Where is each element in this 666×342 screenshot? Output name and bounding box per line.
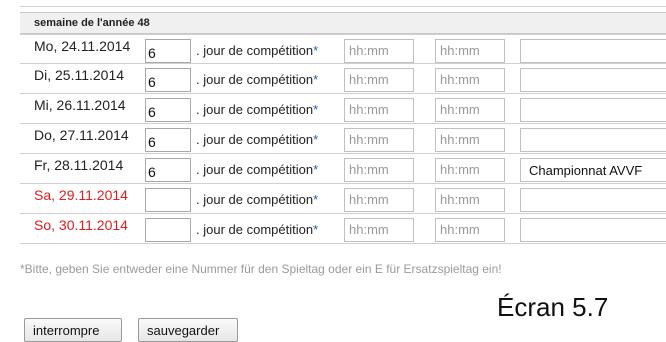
day-date: Do, 27.11.2014 [34,127,129,143]
start-time-input[interactable]: hh:mm [344,39,414,63]
matchday-number-input[interactable]: 6 [145,39,191,63]
start-time-input[interactable]: hh:mm [344,188,414,212]
matchday-number-input[interactable]: 6 [145,128,191,152]
day-date: Mi, 26.11.2014 [34,97,126,113]
matchday-number-input[interactable]: 6 [145,68,191,92]
top-separator [20,0,666,7]
required-asterisk: * [313,43,319,58]
day-row: Di, 25.11.2014 6 . jour de compétition* … [20,64,666,94]
matchday-label: . jour de compétition* [196,162,319,177]
start-time-input[interactable]: hh:mm [344,158,414,182]
day-date: So, 30.11.2014 [34,217,128,233]
day-row: Mo, 24.11.2014 6 . jour de compétition* … [20,34,666,64]
matchday-hint: *Bitte, geben Sie entweder eine Nummer f… [20,262,502,276]
remark-input[interactable] [520,128,666,152]
matchday-number-input[interactable]: 6 [145,158,191,182]
day-date: Di, 25.11.2014 [34,67,125,83]
day-date: Fr, 28.11.2014 [34,157,124,173]
remark-input[interactable] [520,68,666,92]
screen-caption: Écran 5.7 [497,292,609,322]
days-table: Mo, 24.11.2014 6 . jour de compétition* … [20,34,666,244]
remark-input[interactable] [520,98,666,122]
matchday-label: . jour de compétition* [196,192,319,207]
day-row: So, 30.11.2014 . jour de compétition* hh… [20,214,666,244]
start-time-input[interactable]: hh:mm [344,128,414,152]
day-row: Do, 27.11.2014 6 . jour de compétition* … [20,124,666,154]
day-row: Mi, 26.11.2014 6 . jour de compétition* … [20,94,666,124]
remark-input[interactable]: Championnat AVVF [520,158,666,182]
remark-input[interactable] [520,188,666,212]
day-row: Sa, 29.11.2014 . jour de compétition* hh… [20,184,666,214]
day-row: Fr, 28.11.2014 6 . jour de compétition* … [20,154,666,184]
end-time-input[interactable]: hh:mm [435,158,505,182]
remark-input[interactable] [520,218,666,242]
matchday-label: . jour de compétition* [196,102,319,117]
end-time-input[interactable]: hh:mm [435,188,505,212]
matchday-number-input[interactable]: 6 [145,98,191,122]
end-time-input[interactable]: hh:mm [435,68,505,92]
matchday-label: . jour de compétition* [196,72,319,87]
end-time-input[interactable]: hh:mm [435,98,505,122]
required-asterisk: * [313,162,319,177]
required-asterisk: * [313,72,319,87]
required-asterisk: * [313,102,319,117]
start-time-input[interactable]: hh:mm [344,68,414,92]
end-time-input[interactable]: hh:mm [435,39,505,63]
remark-input[interactable] [520,39,666,63]
required-asterisk: * [313,132,319,147]
cancel-button[interactable]: interrompre [24,318,122,342]
end-time-input[interactable]: hh:mm [435,128,505,152]
week-header: semaine de l'année 48 [20,12,666,34]
matchday-number-input[interactable] [145,218,191,242]
day-date: Mo, 24.11.2014 [34,38,131,54]
matchday-label: . jour de compétition* [196,222,319,237]
matchday-label: . jour de compétition* [196,132,319,147]
required-asterisk: * [313,222,319,237]
day-date: Sa, 29.11.2014 [34,187,128,203]
required-asterisk: * [313,192,319,207]
matchday-number-input[interactable] [145,188,191,212]
end-time-input[interactable]: hh:mm [435,218,505,242]
start-time-input[interactable]: hh:mm [344,98,414,122]
save-button[interactable]: sauvegarder [138,318,238,342]
matchday-label: . jour de compétition* [196,43,319,58]
start-time-input[interactable]: hh:mm [344,218,414,242]
